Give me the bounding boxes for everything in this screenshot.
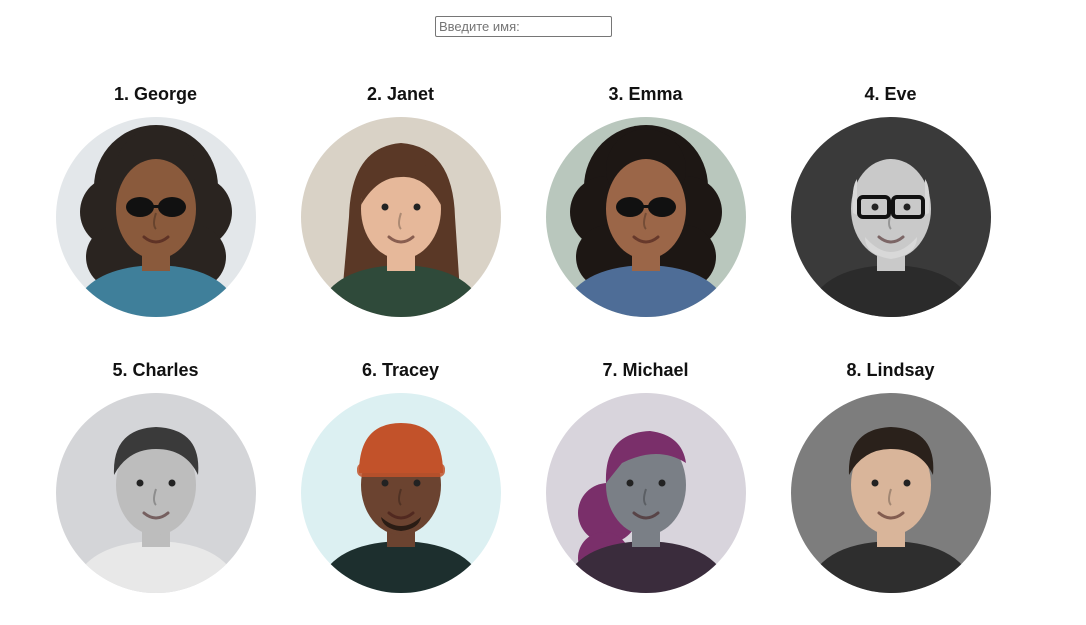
portrait-image bbox=[300, 393, 501, 593]
portrait-image bbox=[55, 393, 256, 593]
person-avatar bbox=[790, 393, 991, 593]
person-avatar bbox=[545, 117, 746, 317]
person-avatar bbox=[55, 117, 256, 317]
person-avatar bbox=[545, 393, 746, 593]
person-avatar bbox=[790, 117, 991, 317]
person-name: 1. George bbox=[113, 84, 198, 104]
person-name: 8. Lindsay bbox=[846, 360, 935, 380]
person-card: 1. George bbox=[33, 80, 278, 356]
portrait-image bbox=[55, 117, 256, 317]
portrait-image bbox=[545, 117, 746, 317]
portrait-image bbox=[790, 117, 991, 317]
person-card: 6. Tracey bbox=[278, 356, 523, 625]
person-card: 5. Charles bbox=[33, 356, 278, 625]
person-avatar bbox=[55, 393, 256, 593]
person-card: 7. Michael bbox=[523, 356, 768, 625]
name-search-input[interactable] bbox=[435, 16, 612, 37]
person-name: 2. Janet bbox=[366, 84, 435, 104]
portrait-image bbox=[790, 393, 991, 593]
person-name: 6. Tracey bbox=[361, 360, 440, 380]
person-card: 8. Lindsay bbox=[768, 356, 1013, 625]
person-avatar bbox=[300, 393, 501, 593]
page: 1. George 2. Janet 3. Emma 4. Eve 5. Cha… bbox=[0, 0, 1086, 625]
portrait-image bbox=[545, 393, 746, 593]
person-avatar bbox=[300, 117, 501, 317]
search-container bbox=[435, 16, 612, 37]
person-card: 4. Eve bbox=[768, 80, 1013, 356]
people-grid: 1. George 2. Janet 3. Emma 4. Eve 5. Cha… bbox=[33, 80, 1013, 625]
person-name: 5. Charles bbox=[112, 360, 199, 380]
person-name: 3. Emma bbox=[608, 84, 683, 104]
person-name: 7. Michael bbox=[602, 360, 689, 380]
person-card: 3. Emma bbox=[523, 80, 768, 356]
portrait-image bbox=[300, 117, 501, 317]
person-name: 4. Eve bbox=[864, 84, 917, 104]
person-card: 2. Janet bbox=[278, 80, 523, 356]
